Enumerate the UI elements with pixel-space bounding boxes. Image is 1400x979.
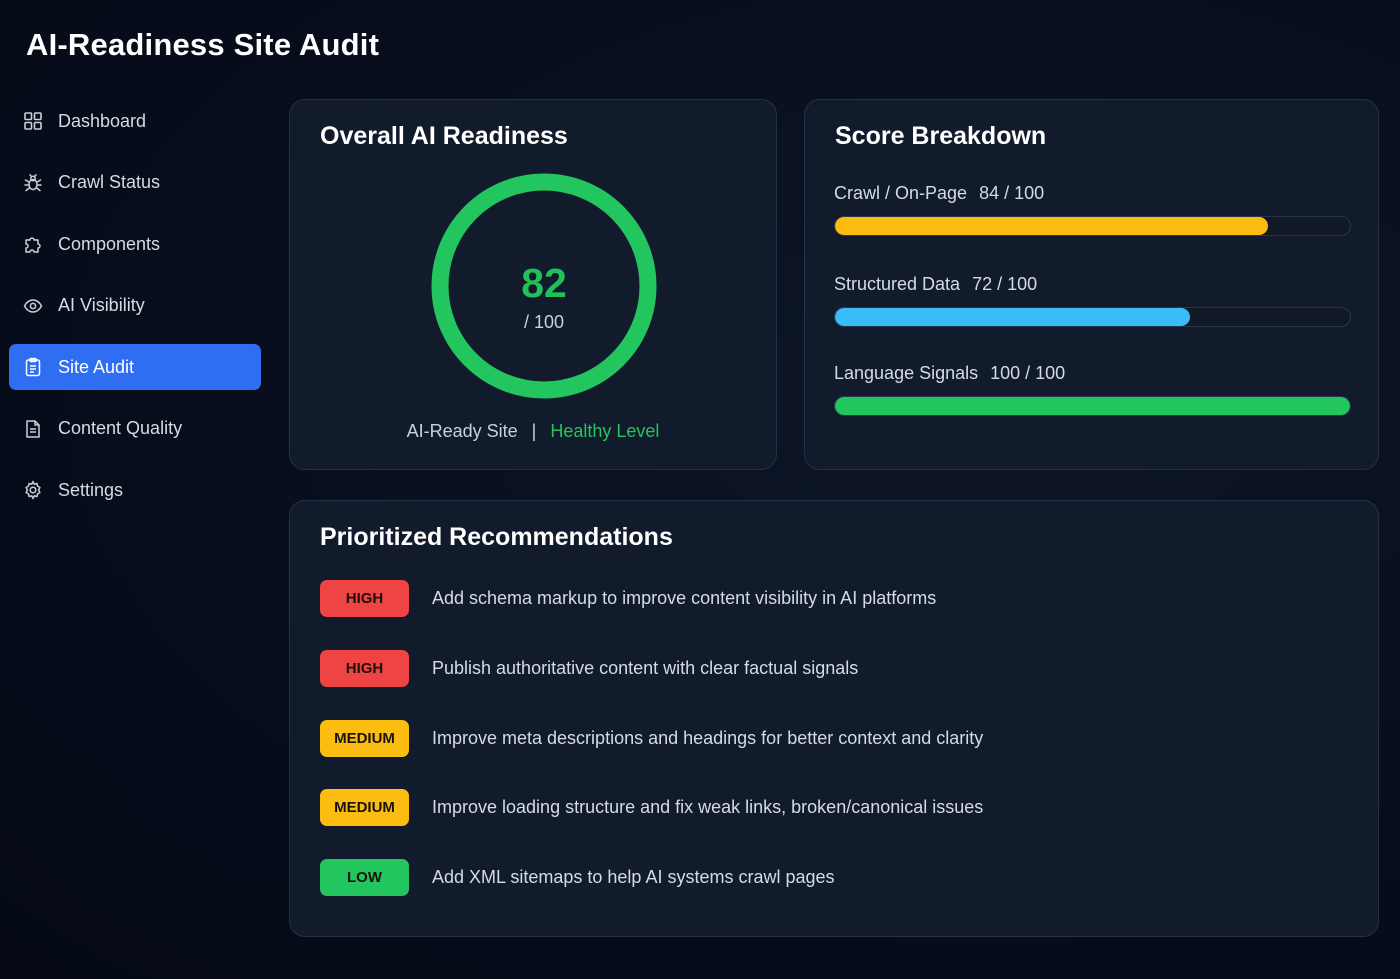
overall-score: 82 xyxy=(521,260,567,306)
sidebar-item-label: Crawl Status xyxy=(58,172,161,192)
metric-progress-fill xyxy=(835,308,1191,326)
recommendation-item[interactable]: LOW Add XML sitemaps to help AI systems … xyxy=(320,859,835,896)
breakdown-card-title: Score Breakdown xyxy=(835,122,1047,150)
sidebar-item-crawl-status[interactable]: Crawl Status xyxy=(9,160,261,206)
recommendations-card: Prioritized Recommendations HIGH Add sch… xyxy=(289,500,1379,937)
metric-label: Crawl / On-Page xyxy=(834,183,968,203)
metric-progress-track xyxy=(834,307,1351,327)
recommendation-text: Add XML sitemaps to help AI systems craw… xyxy=(432,867,835,887)
priority-badge-low: LOW xyxy=(320,859,409,896)
recommendation-item[interactable]: MEDIUM Improve meta descriptions and hea… xyxy=(320,720,983,757)
score-breakdown-card: Score Breakdown Crawl / On-Page 84 / 100 … xyxy=(804,99,1379,470)
health-level: Healthy Level xyxy=(550,421,660,441)
metric-progress-fill xyxy=(835,217,1268,235)
status-label: AI-Ready Site xyxy=(406,421,518,441)
sidebar-item-content-quality[interactable]: Content Quality xyxy=(9,406,261,452)
priority-badge-high: HIGH xyxy=(320,580,409,617)
sidebar: Dashboard Crawl Status Components AI Vis… xyxy=(9,98,261,529)
bug-icon xyxy=(23,173,43,193)
sidebar-item-settings[interactable]: Settings xyxy=(9,467,261,513)
dashboard-grid-icon xyxy=(23,111,43,131)
recommendation-text: Improve loading structure and fix weak l… xyxy=(432,797,984,817)
metric-progress-track xyxy=(834,216,1351,236)
sidebar-item-label: Settings xyxy=(58,479,124,500)
sidebar-item-label: Content Quality xyxy=(58,418,183,438)
recommendation-item[interactable]: HIGH Add schema markup to improve conten… xyxy=(320,580,936,617)
sidebar-item-ai-visibility[interactable]: AI Visibility xyxy=(9,283,261,329)
clipboard-icon xyxy=(23,357,43,377)
eye-icon xyxy=(23,296,43,316)
sidebar-item-components[interactable]: Components xyxy=(9,221,261,267)
overall-score-max: / 100 xyxy=(523,312,565,332)
metric-progress-track xyxy=(834,396,1351,416)
priority-badge-medium: MEDIUM xyxy=(320,789,409,826)
priority-badge-high: HIGH xyxy=(320,650,409,687)
recommendation-item[interactable]: MEDIUM Improve loading structure and fix… xyxy=(320,789,983,826)
sidebar-item-label: Dashboard xyxy=(58,110,147,131)
sidebar-item-label: Site Audit xyxy=(58,356,135,377)
metric-label: Structured Data xyxy=(834,274,961,294)
overall-card-title: Overall AI Readiness xyxy=(320,122,568,150)
recommendation-text: Publish authoritative content with clear… xyxy=(432,658,859,678)
metric-value: 84 / 100 xyxy=(979,183,1045,203)
sidebar-item-site-audit[interactable]: Site Audit xyxy=(9,344,261,390)
metric-value: 100 / 100 xyxy=(990,363,1066,383)
sidebar-item-dashboard[interactable]: Dashboard xyxy=(9,98,261,144)
metric-language-signals: Language Signals 100 / 100 xyxy=(834,363,1351,416)
overall-status: AI-Ready Site | Healthy Level xyxy=(290,421,776,442)
status-separator: | xyxy=(531,421,537,441)
metric-label: Language Signals xyxy=(834,363,979,383)
sidebar-item-label: AI Visibility xyxy=(58,295,145,315)
metric-progress-fill xyxy=(835,397,1350,415)
metric-value: 72 / 100 xyxy=(972,274,1038,294)
priority-badge-medium: MEDIUM xyxy=(320,720,409,757)
metric-crawl-on-page: Crawl / On-Page 84 / 100 xyxy=(834,183,1351,236)
app-root: AI-Readiness Site Audit Dashboard Crawl … xyxy=(0,0,1400,979)
metric-structured-data: Structured Data 72 / 100 xyxy=(834,274,1351,327)
sidebar-item-label: Components xyxy=(58,233,161,254)
overall-readiness-card: Overall AI Readiness 82 / 100 AI-Ready S… xyxy=(289,99,777,470)
puzzle-icon xyxy=(23,234,43,254)
readiness-gauge: 82 / 100 xyxy=(430,172,658,400)
recommendation-text: Improve meta descriptions and headings f… xyxy=(432,728,984,748)
gear-icon xyxy=(23,480,43,500)
document-icon xyxy=(23,419,43,439)
recommendation-text: Add schema markup to improve content vis… xyxy=(432,588,937,608)
recommendations-title: Prioritized Recommendations xyxy=(320,523,673,551)
recommendation-item[interactable]: HIGH Publish authoritative content with … xyxy=(320,650,858,687)
app-title: AI-Readiness Site Audit xyxy=(26,27,380,62)
